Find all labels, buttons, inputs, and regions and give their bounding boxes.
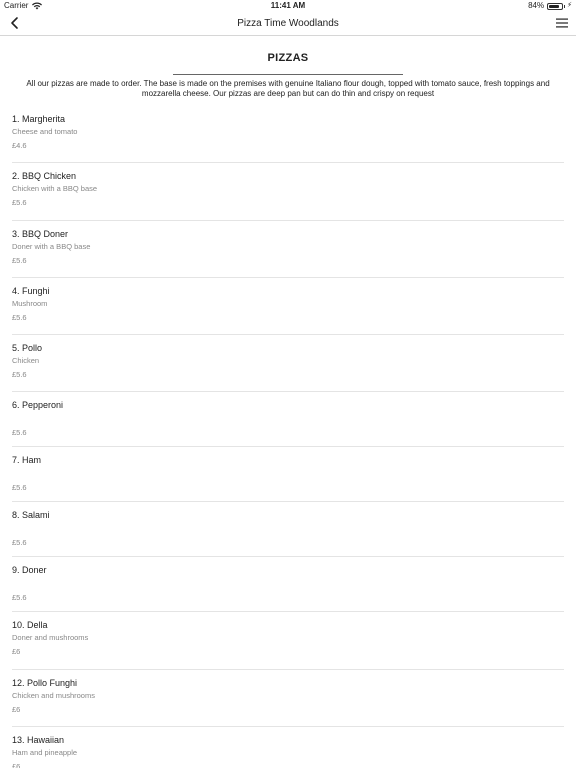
menu-item[interactable]: 8. Salami £5.6 — [12, 502, 564, 558]
navigation-bar: Pizza Time Woodlands — [0, 12, 576, 36]
item-name: 13. Hawaiian — [12, 735, 65, 746]
page-title: Pizza Time Woodlands — [237, 18, 339, 29]
menu-item-list: 1. Margherita Cheese and tomato £4.6 2. BBQ… — [12, 106, 564, 768]
menu-item[interactable]: 3. BBQ Doner Doner with a BBQ base £5.6 — [12, 221, 564, 278]
item-price: £4.6 — [12, 141, 27, 150]
charging-bolt-icon: ⚡ — [567, 2, 572, 9]
item-name: 10. Della — [12, 620, 48, 631]
menu-item[interactable]: 1. Margherita Cheese and tomato £4.6 — [12, 106, 564, 164]
status-time: 11:41 AM — [270, 1, 306, 10]
hamburger-menu-icon[interactable] — [556, 17, 568, 29]
battery-icon — [547, 2, 564, 10]
item-price: £5.6 — [12, 483, 27, 493]
title-divider — [173, 74, 403, 75]
menu-item[interactable]: 4. Funghi Mushroom £5.6 — [12, 278, 564, 336]
menu-item[interactable]: 12. Pollo Funghi Chicken and mushrooms £6 — [12, 670, 564, 728]
status-bar: Carrier 11:41 AM 84% ⚡ — [0, 0, 576, 12]
item-name: 1. Margherita — [12, 114, 66, 124]
item-name: 2. BBQ Chicken — [12, 171, 77, 182]
menu-content[interactable]: PIZZAS All our pizzas are made to order.… — [0, 37, 576, 768]
item-name: 12. Pollo Funghi — [12, 677, 78, 688]
menu-item[interactable]: 7. Ham £5.6 — [12, 447, 564, 503]
item-description: Chicken and mushrooms — [12, 690, 95, 700]
item-description: Ham and pineapple — [12, 748, 78, 758]
item-description: Chicken — [12, 356, 40, 366]
item-price: £6 — [12, 647, 21, 657]
menu-item[interactable]: 13. Hawaiian Ham and pineapple £6 — [12, 727, 564, 768]
item-price: £5.6 — [12, 312, 27, 322]
item-price: £5.6 — [12, 255, 27, 265]
item-description: Doner with a BBQ base — [12, 241, 91, 251]
section-description: All our pizzas are made to order. The ba… — [26, 79, 550, 98]
menu-item[interactable]: 2. BBQ Chicken Chicken with a BBQ base £5.… — [12, 163, 564, 221]
item-price: £6 — [12, 704, 21, 714]
menu-item[interactable]: 5. Pollo Chicken £5.6 — [12, 335, 564, 393]
item-price: £5.6 — [12, 370, 27, 380]
item-name: 3. BBQ Doner — [12, 228, 69, 239]
item-price: £5.6 — [12, 593, 27, 603]
battery-percent: 84% — [528, 1, 545, 10]
item-name: 6. Pepperoni — [12, 400, 64, 411]
menu-item[interactable]: 10. Della Doner and mushrooms £6 — [12, 612, 564, 670]
item-name: 9. Doner — [12, 565, 47, 576]
menu-item[interactable]: 6. Pepperoni £5.6 — [12, 392, 564, 448]
item-name: 4. Funghi — [12, 285, 50, 296]
item-name: 5. Pollo — [12, 343, 43, 354]
item-price: £5.6 — [12, 198, 27, 208]
item-price: £5.6 — [12, 428, 27, 438]
item-price: £5.6 — [12, 538, 27, 548]
item-description: Chicken with a BBQ base — [12, 184, 98, 194]
status-right: 84% ⚡ — [528, 0, 572, 12]
battery-fill — [549, 4, 560, 8]
item-name: 7. Ham — [12, 455, 42, 466]
item-name: 8. Salami — [12, 510, 50, 521]
menu-item[interactable]: 9. Doner £5.6 — [12, 557, 564, 613]
battery-tip — [564, 4, 566, 8]
section-title: PIZZAS — [267, 52, 309, 64]
item-description: Doner and mushrooms — [12, 633, 89, 643]
item-description: Mushroom — [12, 298, 48, 308]
item-description: Cheese and tomato — [12, 127, 78, 136]
item-price: £6 — [12, 762, 21, 768]
